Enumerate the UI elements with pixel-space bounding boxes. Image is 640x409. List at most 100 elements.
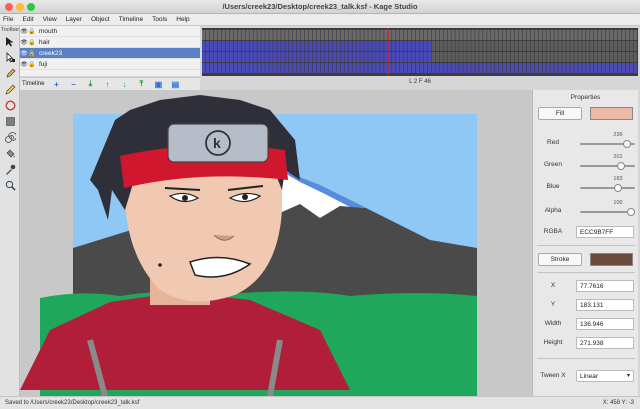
zoom-tool-icon[interactable] — [2, 178, 18, 193]
frame-cell — [518, 52, 523, 62]
menu-tools[interactable]: Tools — [152, 16, 167, 23]
frame-cell — [289, 30, 293, 40]
menu-layer[interactable]: Layer — [66, 16, 82, 23]
visibility-eye-icon[interactable]: 👁 — [20, 61, 28, 68]
frame-cell — [237, 52, 241, 62]
canvas-area[interactable]: k — [20, 90, 532, 397]
alpha-slider[interactable] — [580, 208, 635, 216]
properties-panel: Properties Fill 236 Red 201 Green 183 Bl… — [532, 90, 638, 396]
frame-cell — [233, 63, 238, 73]
stage-canvas[interactable]: k — [20, 90, 532, 397]
layer-folder-icon[interactable]: ▣ — [152, 80, 164, 89]
frame-cell — [376, 63, 380, 73]
frame-cell — [372, 63, 376, 73]
frame-cell — [376, 52, 380, 62]
frame-cell — [502, 52, 507, 62]
green-slider-knob[interactable] — [617, 162, 626, 170]
menu-file[interactable]: File — [3, 16, 13, 23]
frame-cell — [368, 41, 372, 51]
layer-row-mouth[interactable]: 👁 🔒 mouth — [20, 26, 200, 37]
visibility-eye-icon[interactable]: 👁 — [20, 28, 28, 35]
menu-timeline[interactable]: Timeline — [119, 16, 143, 23]
stroke-button[interactable]: Stroke — [538, 253, 582, 266]
red-slider-knob[interactable] — [623, 140, 632, 148]
frame-cell — [293, 30, 297, 40]
frame-cell — [273, 52, 277, 62]
frame-cell — [352, 41, 356, 51]
green-slider[interactable] — [580, 162, 635, 170]
fill-bucket-tool-icon[interactable] — [2, 146, 18, 161]
frame-cell — [506, 41, 511, 51]
red-slider[interactable] — [580, 140, 635, 148]
menu-edit[interactable]: Edit — [22, 16, 33, 23]
frame-cell — [340, 63, 344, 73]
frame-cell — [336, 30, 340, 40]
frame-grid[interactable] — [202, 28, 638, 76]
eyedropper-tool-icon[interactable] — [2, 162, 18, 177]
pencil-tool-icon[interactable] — [2, 82, 18, 97]
oval-tool-icon[interactable] — [2, 98, 18, 113]
frame-cell — [368, 30, 372, 40]
x-input[interactable]: 77.7616 — [576, 280, 634, 292]
frame-cell — [479, 63, 483, 73]
menu-object[interactable]: Object — [91, 16, 110, 23]
move-layer-up-icon[interactable]: ↑ — [101, 80, 113, 89]
pen-tool-icon[interactable] — [2, 66, 18, 81]
menu-help[interactable]: Help — [176, 16, 189, 23]
fill-color-swatch[interactable] — [590, 107, 633, 120]
frame-cell — [566, 30, 570, 40]
frame-cell — [526, 63, 531, 73]
frame-cell — [344, 41, 348, 51]
y-input[interactable]: 183.131 — [576, 299, 634, 311]
frame-cell — [518, 30, 523, 40]
timeline-controls: Timeline + − ⤓ ↑ ↓ ⤒ ▣ ▤ — [20, 77, 200, 90]
add-layer-icon[interactable]: + — [50, 80, 62, 89]
rgba-input[interactable]: ECC9B7FF — [576, 226, 634, 238]
frame-cell — [384, 41, 388, 51]
alpha-slider-knob[interactable] — [627, 208, 635, 216]
frame-cell — [586, 30, 590, 40]
stroke-color-swatch[interactable] — [590, 253, 633, 266]
fill-button[interactable]: Fill — [538, 107, 582, 120]
frame-cell — [459, 41, 463, 51]
frame-cell — [269, 41, 273, 51]
rectangle-tool-icon[interactable] — [2, 114, 18, 129]
frame-cell — [368, 52, 372, 62]
frame-cell — [483, 41, 487, 51]
layer-row-hair[interactable]: 👁 🔒 hair — [20, 37, 200, 48]
height-input[interactable]: 271.938 — [576, 337, 634, 349]
menu-view[interactable]: View — [43, 16, 57, 23]
frame-cell — [348, 52, 352, 62]
select-tool-icon[interactable] — [2, 34, 18, 49]
move-layer-down-icon[interactable]: ↓ — [118, 80, 130, 89]
lock-icon[interactable]: 🔒 — [28, 61, 36, 68]
remove-layer-icon[interactable]: − — [67, 80, 79, 89]
frame-cell — [289, 63, 293, 73]
node-tool-icon[interactable] — [2, 50, 18, 65]
frame-cell — [312, 52, 317, 62]
frame-cell — [407, 63, 412, 73]
frame-cell — [514, 63, 519, 73]
timeline-label: Timeline — [22, 81, 45, 87]
blue-slider[interactable] — [580, 184, 635, 192]
frame-cell — [419, 41, 424, 51]
lock-icon[interactable]: 🔒 — [28, 28, 36, 35]
lock-icon[interactable]: 🔒 — [28, 50, 36, 57]
frame-cell — [613, 63, 618, 73]
visibility-eye-icon[interactable]: 👁 — [20, 39, 28, 46]
width-input[interactable]: 136.946 — [576, 318, 634, 330]
spiral-tool-icon[interactable] — [2, 130, 18, 145]
layer-row-fuji[interactable]: 👁 🔒 fuji — [20, 59, 200, 70]
frame-cell — [384, 63, 388, 73]
tween-select[interactable]: Linear ▾ — [576, 370, 634, 382]
lock-icon[interactable]: 🔒 — [28, 39, 36, 46]
blue-slider-knob[interactable] — [613, 184, 622, 192]
layer-row-creek23[interactable]: 👁 🔒 creek23 — [20, 48, 200, 59]
layer-properties-icon[interactable]: ▤ — [169, 80, 181, 89]
move-layer-top-icon[interactable]: ⤒ — [135, 79, 147, 89]
visibility-eye-icon[interactable]: 👁 — [20, 50, 28, 57]
frame-cell — [344, 52, 348, 62]
move-layer-bottom-icon[interactable]: ⤓ — [84, 79, 96, 89]
frame-cell — [217, 52, 222, 62]
timeline-frames[interactable] — [202, 28, 638, 76]
